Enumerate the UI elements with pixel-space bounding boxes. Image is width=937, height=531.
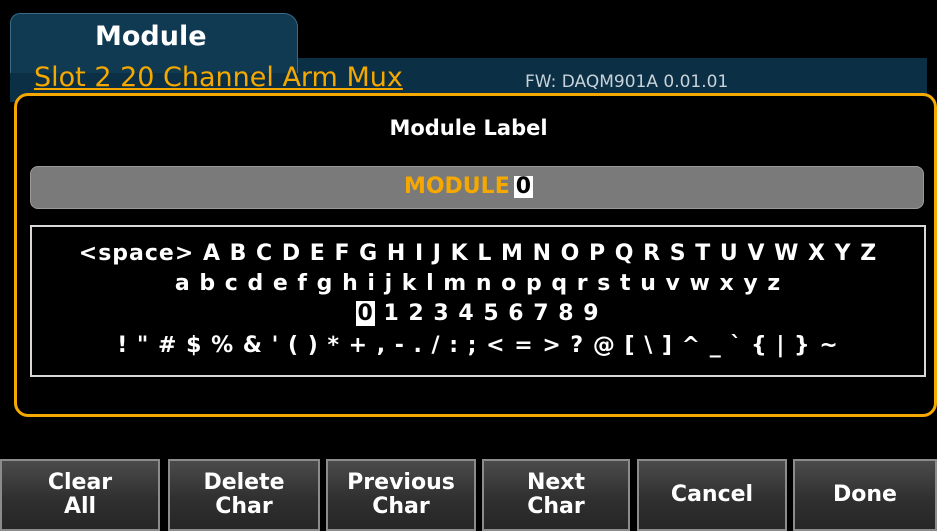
softkey-label-line1: Delete (203, 470, 285, 495)
char-row-symbols[interactable]: ! " # $ % & ' ( ) * + , - . / : ; < = > … (30, 334, 926, 358)
char-row-uppercase[interactable]: <space> A B C D E F G H I J K L M N O P … (30, 242, 926, 266)
softkey-label-line2: Char (372, 494, 430, 519)
label-input-text: MODULE 0 (0, 174, 937, 200)
softkey-label-line1: Previous (347, 470, 455, 495)
softkey-label-line1: Done (833, 482, 897, 507)
previous-char-button[interactable]: Previous Char (326, 459, 476, 531)
dialog-title: Module Label (389, 116, 548, 140)
input-cursor: 0 (513, 174, 534, 199)
slot-label: Slot 2 20 Channel Arm Mux (34, 62, 403, 93)
selected-char[interactable]: 0 (356, 301, 375, 326)
clear-all-button[interactable]: Clear All (0, 459, 160, 531)
char-row-digits[interactable]: 0 1 2 3 4 5 6 7 8 9 (30, 301, 926, 326)
instrument-screen: Module Slot 2 20 Channel Arm Mux FW: DAQ… (0, 0, 937, 531)
cancel-button[interactable]: Cancel (637, 459, 787, 531)
delete-char-button[interactable]: Delete Char (168, 459, 320, 531)
softkey-label-line2: All (63, 494, 97, 519)
next-char-button[interactable]: Next Char (482, 459, 630, 531)
label-input-value: MODULE (403, 174, 510, 199)
softkey-label-line2: Char (215, 494, 273, 519)
char-row-lowercase[interactable]: a b c d e f g h i j k l m n o p q r s t … (30, 272, 926, 296)
softkey-label-line1: Cancel (670, 482, 754, 507)
digits-rest[interactable]: 1 2 3 4 5 6 7 8 9 (375, 301, 600, 326)
done-button[interactable]: Done (793, 459, 937, 531)
softkey-label-line1: Next (526, 470, 586, 495)
softkey-label-line1: Clear (47, 470, 113, 495)
firmware-label: FW: DAQM901A 0.01.01 (525, 72, 729, 92)
tab-title: Module (95, 21, 207, 52)
softkey-label-line2: Char (527, 494, 585, 519)
